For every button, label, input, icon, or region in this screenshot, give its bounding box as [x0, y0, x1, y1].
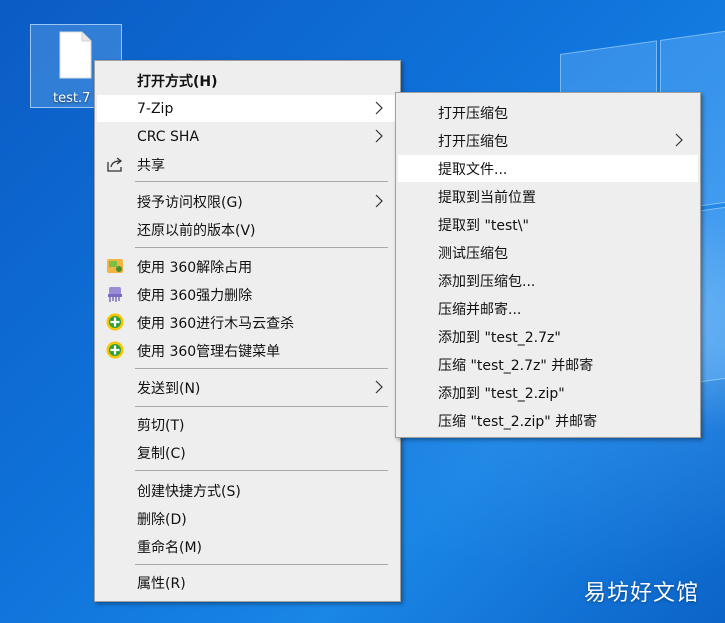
menu-item-send-to[interactable]: 发送到(N)	[97, 374, 398, 401]
menu-item-label: 属性(R)	[137, 575, 186, 592]
menu-item-label: 提取到当前位置	[438, 189, 536, 206]
menu-item-label: 7-Zip	[137, 100, 174, 117]
menu-item-360-force-delete[interactable]: 使用 360强力删除	[97, 281, 398, 308]
menu-item-label: 使用 360强力删除	[137, 287, 253, 304]
submenu-item-compress-7z-email[interactable]: 压缩 "test_2.7z" 并邮寄	[398, 351, 698, 378]
menu-item-label: 压缩 "test_2.7z" 并邮寄	[438, 357, 594, 374]
menu-item-label: 添加到 "test_2.7z"	[438, 329, 561, 346]
context-menu: 打开方式(H) 7-Zip CRC SHA 共享 授予访问权限(G) 还原以前的…	[94, 60, 401, 602]
menu-item-create-shortcut[interactable]: 创建快捷方式(S)	[97, 477, 398, 504]
menu-item-label: 压缩 "test_2.zip" 并邮寄	[438, 413, 598, 430]
submenu-item-add-to-zip[interactable]: 添加到 "test_2.zip"	[398, 379, 698, 406]
submenu-item-add-to-archive[interactable]: 添加到压缩包...	[398, 267, 698, 294]
menu-item-label: 提取到 "test\"	[438, 217, 529, 234]
menu-item-label: 还原以前的版本(V)	[137, 222, 256, 239]
menu-item-cut[interactable]: 剪切(T)	[97, 411, 398, 438]
menu-item-label: 添加到压缩包...	[438, 273, 536, 290]
chevron-right-icon	[375, 101, 383, 115]
submenu-item-add-to-7z[interactable]: 添加到 "test_2.7z"	[398, 323, 698, 350]
sevenzip-submenu: 打开压缩包 打开压缩包 提取文件... 提取到当前位置 提取到 "test\" …	[395, 92, 701, 438]
menu-item-label: 打开压缩包	[438, 105, 508, 122]
menu-item-delete[interactable]: 删除(D)	[97, 505, 398, 532]
menu-item-grant-access[interactable]: 授予访问权限(G)	[97, 188, 398, 215]
submenu-item-open-archive-as[interactable]: 打开压缩包	[398, 127, 698, 154]
360-unlock-icon	[107, 259, 123, 273]
menu-separator	[135, 247, 388, 248]
file-icon	[59, 31, 92, 79]
menu-item-label: 删除(D)	[137, 511, 187, 528]
menu-item-360-unlock[interactable]: 使用 360解除占用	[97, 253, 398, 280]
menu-item-label: 使用 360进行木马云查杀	[137, 315, 295, 332]
menu-item-360-trojan-scan[interactable]: 使用 360进行木马云查杀	[97, 309, 398, 336]
menu-item-label: 剪切(T)	[137, 417, 185, 434]
submenu-item-extract-to-folder[interactable]: 提取到 "test\"	[398, 211, 698, 238]
share-icon	[107, 157, 123, 172]
menu-separator	[135, 181, 388, 182]
menu-item-label: CRC SHA	[137, 128, 200, 145]
menu-item-label: 添加到 "test_2.zip"	[438, 385, 565, 402]
watermark-text: 易坊好文馆	[583, 581, 699, 606]
menu-item-rename[interactable]: 重命名(M)	[97, 533, 398, 560]
menu-item-label: 复制(C)	[137, 445, 186, 462]
menu-item-label: 使用 360解除占用	[137, 259, 253, 276]
menu-item-label: 测试压缩包	[438, 245, 508, 262]
menu-separator	[135, 406, 388, 407]
menu-item-label: 共享	[137, 157, 165, 174]
menu-item-label: 打开方式(H)	[137, 73, 218, 90]
menu-item-crc-sha[interactable]: CRC SHA	[97, 123, 398, 150]
chevron-right-icon	[375, 380, 383, 394]
submenu-item-compress-email[interactable]: 压缩并邮寄...	[398, 295, 698, 322]
submenu-item-test-archive[interactable]: 测试压缩包	[398, 239, 698, 266]
menu-item-label: 发送到(N)	[137, 380, 201, 397]
menu-item-label: 重命名(M)	[137, 539, 203, 556]
chevron-right-icon	[675, 133, 683, 147]
menu-separator	[135, 368, 388, 369]
menu-item-open-with[interactable]: 打开方式(H)	[97, 67, 398, 94]
submenu-item-open-archive[interactable]: 打开压缩包	[398, 99, 698, 126]
menu-item-label: 打开压缩包	[438, 133, 508, 150]
menu-item-360-manage-menu[interactable]: 使用 360管理右键菜单	[97, 337, 398, 364]
chevron-right-icon	[375, 129, 383, 143]
menu-item-label: 授予访问权限(G)	[137, 194, 243, 211]
menu-item-label: 创建快捷方式(S)	[137, 483, 241, 500]
360-shredder-icon	[108, 287, 122, 302]
chevron-right-icon	[375, 194, 383, 208]
menu-item-7zip[interactable]: 7-Zip	[97, 95, 398, 122]
360-logo-icon	[106, 313, 124, 331]
submenu-item-compress-zip-email[interactable]: 压缩 "test_2.zip" 并邮寄	[398, 407, 698, 434]
menu-item-label: 提取文件...	[438, 161, 508, 178]
file-icon-label: test.7	[53, 91, 91, 106]
menu-item-share[interactable]: 共享	[97, 151, 398, 178]
menu-separator	[135, 470, 388, 471]
menu-item-label: 压缩并邮寄...	[438, 301, 522, 318]
menu-separator	[135, 564, 388, 565]
360-logo-icon	[106, 341, 124, 359]
submenu-item-extract-here[interactable]: 提取到当前位置	[398, 183, 698, 210]
menu-item-label: 使用 360管理右键菜单	[137, 343, 281, 360]
submenu-item-extract-files[interactable]: 提取文件...	[398, 155, 698, 182]
menu-item-copy[interactable]: 复制(C)	[97, 439, 398, 466]
menu-item-restore-versions[interactable]: 还原以前的版本(V)	[97, 216, 398, 243]
menu-item-properties[interactable]: 属性(R)	[97, 569, 398, 596]
